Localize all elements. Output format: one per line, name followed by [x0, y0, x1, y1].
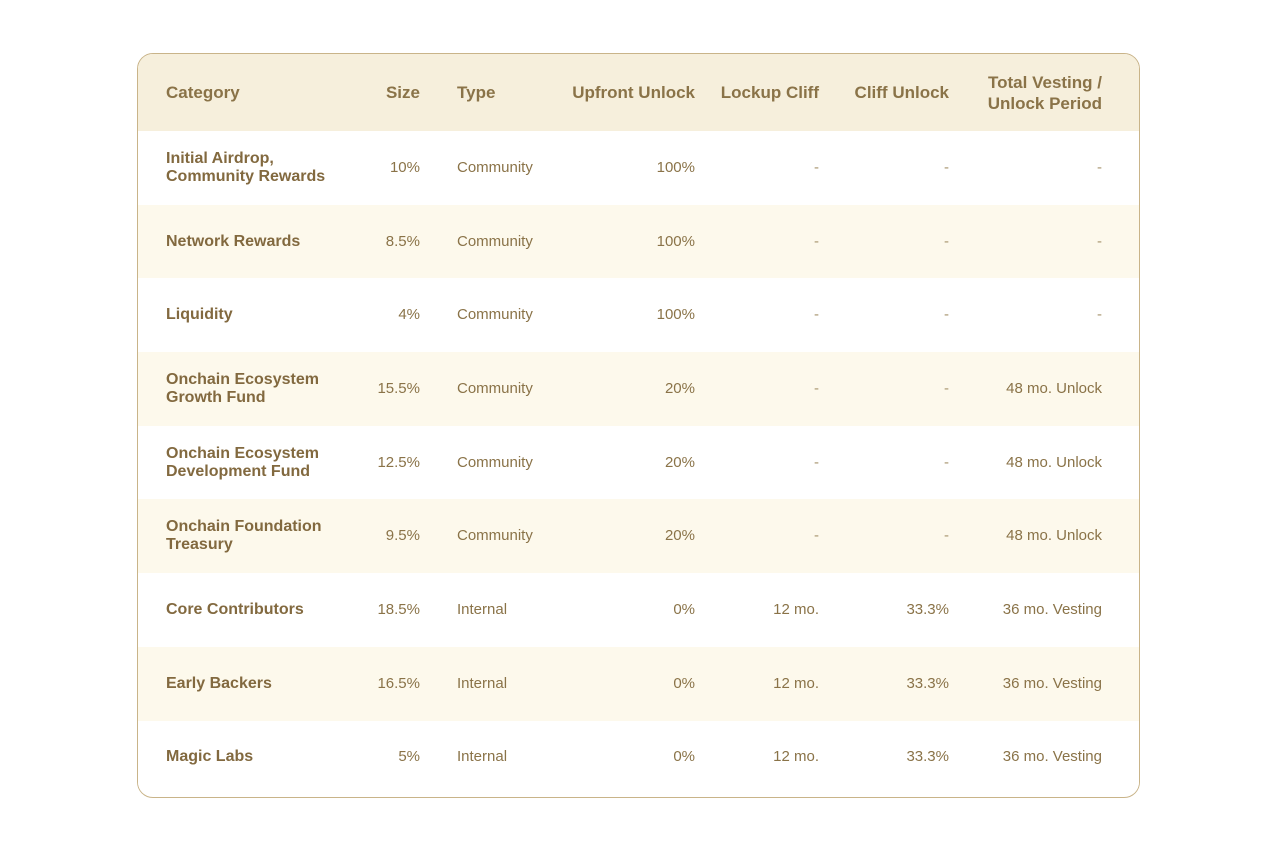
table-row: Network Rewards 8.5% Community 100% - - -	[138, 204, 1139, 279]
category-line2: Community Rewards	[166, 167, 326, 185]
cell-type: Community	[457, 527, 533, 545]
cell-size: 15.5%	[377, 379, 420, 397]
cell-lockup-cliff: -	[814, 232, 819, 250]
cell-type: Community	[457, 453, 533, 471]
cell-category: Network Rewards	[138, 205, 355, 279]
cell-category: Early Backers	[138, 647, 355, 721]
header-total-vesting-line1: Total Vesting /	[988, 72, 1102, 92]
cell-type: Community	[457, 232, 533, 250]
header-cliff-unlock: Cliff Unlock	[854, 83, 949, 102]
category-line2: Treasury	[166, 536, 233, 554]
cell-size: 12.5%	[377, 453, 420, 471]
cell-total-vesting: 36 mo. Vesting	[1002, 600, 1102, 618]
header-type: Type	[457, 83, 496, 102]
cell-category: Liquidity	[138, 278, 355, 352]
cell-total-vesting: 48 mo. Unlock	[1006, 453, 1102, 471]
cell-lockup-cliff: -	[814, 158, 819, 176]
token-allocation-table: Category Size Type Upfront Unlock Lockup…	[138, 54, 1139, 795]
category-line1: Core Contributors	[166, 600, 304, 618]
cell-size: 4%	[398, 306, 420, 324]
cell-upfront-unlock: 20%	[664, 379, 695, 397]
header-category: Category	[166, 83, 240, 102]
cell-type: Community	[457, 306, 533, 324]
cell-total-vesting: 48 mo. Unlock	[1006, 527, 1102, 545]
table-body: Initial Airdrop, Community Rewards 10% Comm…	[138, 131, 1139, 795]
cell-upfront-unlock: 100%	[656, 306, 695, 324]
cell-cliff-unlock: -	[944, 379, 949, 397]
category-line1: Early Backers	[166, 674, 272, 692]
cell-total-vesting: -	[1097, 158, 1102, 176]
category-line1: Liquidity	[166, 306, 233, 324]
cell-total-vesting: -	[1097, 306, 1102, 324]
token-allocation-card: Category Size Type Upfront Unlock Lockup…	[137, 53, 1140, 798]
cell-type: Internal	[457, 674, 508, 692]
cell-lockup-cliff: -	[814, 453, 819, 471]
cell-cliff-unlock: -	[944, 158, 949, 176]
table-row: Core Contributors 18.5% Internal 0% 12 mo. 33…	[138, 573, 1139, 647]
category-line1: Onchain Ecosystem	[166, 444, 319, 462]
cell-size: 10%	[389, 158, 420, 176]
cell-size: 5%	[398, 748, 420, 766]
cell-lockup-cliff: -	[814, 379, 819, 397]
cell-upfront-unlock: 0%	[673, 674, 695, 692]
table-header: Category Size Type Upfront Unlock Lockup…	[138, 54, 1139, 131]
category-line2: Growth Fund	[166, 388, 266, 406]
table-row: Onchain Foundation Treasury 9.5% Community 2…	[138, 499, 1139, 574]
cell-total-vesting: -	[1097, 232, 1102, 250]
category-line1: Magic Labs	[166, 748, 254, 766]
header-row: Category Size Type Upfront Unlock Lockup…	[138, 54, 1139, 131]
cell-upfront-unlock: 100%	[656, 158, 695, 176]
cell-cliff-unlock: 33.3%	[906, 600, 949, 618]
cell-lockup-cliff: -	[814, 306, 819, 324]
cell-cliff-unlock: -	[944, 306, 949, 324]
cell-category: Onchain Ecosystem Growth Fund	[138, 352, 355, 426]
table-row: Onchain Ecosystem Development Fund 12.5% Co…	[138, 425, 1139, 500]
cell-total-vesting: 48 mo. Unlock	[1006, 379, 1102, 397]
header-size: Size	[385, 83, 420, 102]
category-line1: Network Rewards	[166, 232, 301, 250]
cell-size: 16.5%	[377, 674, 420, 692]
cell-cliff-unlock: 33.3%	[906, 674, 949, 692]
header-total-vesting-line2: Unlock Period	[987, 93, 1102, 113]
cell-size: 9.5%	[385, 527, 420, 545]
table-row: Early Backers 16.5% Internal 0% 12 mo. 33.3% 3…	[138, 646, 1139, 721]
cell-category: Core Contributors	[138, 573, 355, 647]
cell-size: 8.5%	[385, 232, 420, 250]
table-row: Liquidity 4% Community 100% - - -	[138, 278, 1139, 353]
cell-type: Community	[457, 379, 533, 397]
header-upfront-unlock: Upfront Unlock	[572, 83, 695, 102]
cell-type: Internal	[457, 748, 508, 766]
cell-upfront-unlock: 20%	[664, 453, 695, 471]
cell-size: 18.5%	[377, 600, 420, 618]
cell-category: Onchain Foundation Treasury	[138, 499, 355, 573]
cell-lockup-cliff: 12 mo.	[773, 748, 819, 766]
table-row: Onchain Ecosystem Growth Fund 15.5% Communi…	[138, 352, 1139, 426]
cell-cliff-unlock: -	[944, 232, 949, 250]
cell-type: Internal	[457, 600, 508, 618]
table-row: Magic Labs 5% Internal 0% 12 mo. 33.3% 36 mo. …	[138, 720, 1139, 795]
cell-lockup-cliff: 12 mo.	[773, 674, 819, 692]
cell-cliff-unlock: 33.3%	[906, 748, 949, 766]
category-line1: Initial Airdrop,	[166, 149, 274, 167]
cell-category: Onchain Ecosystem Development Fund	[138, 426, 355, 500]
category-line2: Development Fund	[166, 462, 311, 480]
cell-upfront-unlock: 0%	[673, 748, 695, 766]
header-total-vesting: Total Vesting / Unlock Period	[949, 54, 1139, 131]
cell-total-vesting: 36 mo. Vesting	[1002, 674, 1102, 692]
cell-cliff-unlock: -	[944, 453, 949, 471]
cell-cliff-unlock: -	[944, 527, 949, 545]
header-lockup-cliff: Lockup Cliff	[720, 83, 819, 102]
cell-lockup-cliff: -	[814, 527, 819, 545]
cell-category: Initial Airdrop, Community Rewards	[138, 131, 355, 205]
cell-category: Magic Labs	[138, 721, 355, 795]
cell-upfront-unlock: 0%	[673, 600, 695, 618]
cell-upfront-unlock: 100%	[656, 232, 695, 250]
cell-total-vesting: 36 mo. Vesting	[1002, 748, 1102, 766]
category-line1: Onchain Ecosystem	[166, 370, 319, 388]
table-row: Initial Airdrop, Community Rewards 10% Comm…	[138, 131, 1139, 205]
cell-type: Community	[457, 158, 533, 176]
cell-upfront-unlock: 20%	[664, 527, 695, 545]
category-line1: Onchain Foundation	[166, 518, 322, 536]
cell-lockup-cliff: 12 mo.	[773, 600, 819, 618]
